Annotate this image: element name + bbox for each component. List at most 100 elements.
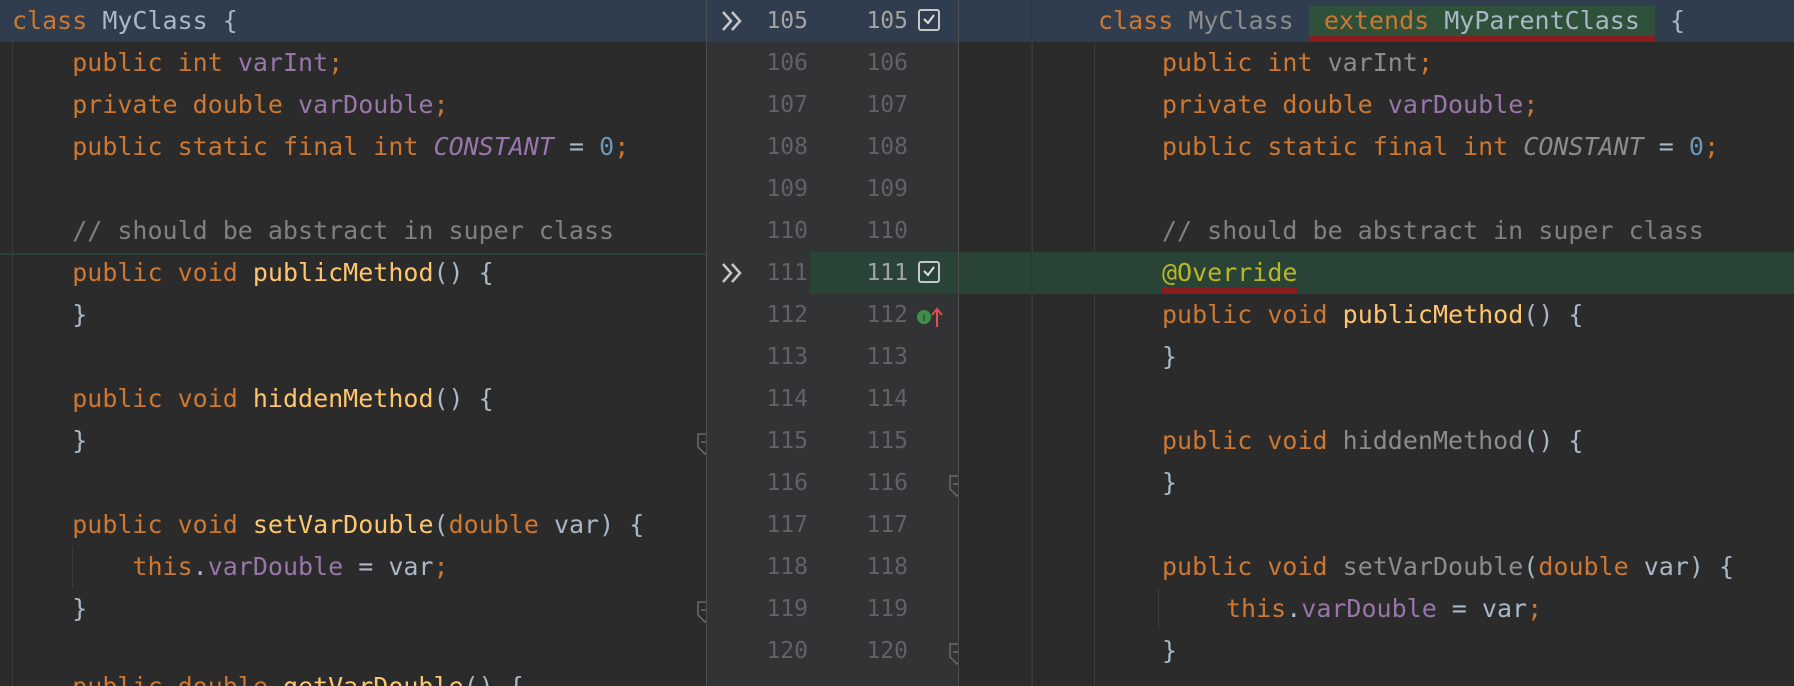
code-line-108[interactable]: public static final int CONSTANT = 0; (958, 126, 1794, 168)
left-line-number: 113 (766, 344, 808, 370)
right-line-number: 106 (866, 50, 908, 76)
left-line-number: 114 (766, 386, 808, 412)
left-line-number: 109 (766, 176, 808, 202)
code-line-118[interactable]: public void setVarDouble(double var) { (958, 546, 1794, 588)
keyword: public (72, 384, 163, 413)
punctuation: () { (1523, 300, 1584, 329)
code-line-117[interactable]: public void setVarDouble(double var) { (0, 504, 706, 546)
right-line-number: 108 (866, 134, 908, 160)
code-line-119[interactable]: } (0, 588, 706, 630)
left-line-number: 111 (766, 260, 808, 286)
keyword: void (177, 258, 238, 287)
keyword: double (1282, 90, 1373, 119)
code-line-110[interactable]: // should be abstract in super class (958, 210, 1794, 252)
code-line-114[interactable]: public void hiddenMethod() { (0, 378, 706, 420)
code-line-116[interactable]: } (958, 462, 1794, 504)
code-line-106[interactable]: public int varInt; (958, 42, 1794, 84)
keyword: static (177, 132, 268, 161)
code-line-108[interactable]: public static final int CONSTANT = 0; (0, 126, 706, 168)
class-name: MyClass (102, 6, 208, 35)
code-line-120[interactable]: } (958, 630, 1794, 672)
keyword: extends (1323, 6, 1430, 35)
keyword: private (1162, 90, 1268, 119)
fold-marker-icon[interactable] (697, 433, 706, 455)
changed-fragment[interactable]: extends MyParentClass (1308, 6, 1655, 41)
gutter-row: 120 120 (706, 630, 958, 672)
keyword: double (192, 90, 283, 119)
method-name: publicMethod (1342, 300, 1524, 329)
left-line-number: 120 (766, 638, 808, 664)
gutter-row: 107 107 (706, 84, 958, 126)
right-gutter-edge (1031, 0, 1032, 686)
fold-marker-icon[interactable] (949, 475, 958, 497)
field-name: varInt (237, 48, 329, 77)
gutter-row: 109 109 (706, 168, 958, 210)
code-line-112[interactable]: public void publicMethod() { (958, 294, 1794, 336)
keyword: int (177, 48, 223, 77)
keyword: public (72, 48, 163, 77)
keyword: public (1162, 132, 1253, 161)
code-line-111[interactable]: @Override (958, 252, 1794, 294)
code-line-106[interactable]: public int varInt; (0, 42, 706, 84)
left-editor-pane[interactable]: class MyClass { public int varInt; priva… (0, 0, 706, 686)
semicolon: ; (433, 90, 449, 119)
code-line-105[interactable]: class MyClass { (0, 0, 706, 42)
right-line-number: 119 (866, 596, 908, 622)
code-line-105[interactable]: class MyClass extends MyParentClass { (958, 0, 1794, 42)
keyword: public (1162, 552, 1253, 581)
brace: { (1670, 6, 1686, 35)
brace: { (222, 6, 238, 35)
left-line-number: 119 (766, 596, 808, 622)
code-line-107[interactable]: private double varDouble; (0, 84, 706, 126)
pane-divider[interactable] (958, 0, 959, 686)
parameter-name: var (553, 510, 600, 539)
code-line-110[interactable]: // should be abstract in super class (0, 210, 706, 252)
pane-divider[interactable] (706, 0, 707, 686)
svg-text:I: I (923, 313, 926, 324)
keyword: public (72, 132, 163, 161)
code-line-115[interactable]: } (0, 420, 706, 462)
code-line-118[interactable]: this.varDouble = var; (0, 546, 706, 588)
brace: } (1162, 468, 1178, 497)
left-line-number: 117 (766, 512, 808, 538)
left-line-number: 110 (766, 218, 808, 244)
method-name: publicMethod (252, 258, 434, 287)
code-line-107[interactable]: private double varDouble; (958, 84, 1794, 126)
code-line-113[interactable]: } (958, 336, 1794, 378)
fold-marker-icon[interactable] (697, 601, 706, 623)
left-line-number: 108 (766, 134, 808, 160)
keyword: void (177, 384, 238, 413)
fold-marker-icon[interactable] (949, 643, 958, 665)
semicolon: ; (433, 552, 449, 581)
implementation-up-arrow-icon[interactable]: I (916, 306, 946, 328)
checkbox-checked-icon[interactable] (918, 261, 940, 283)
code-line-115[interactable]: public void hiddenMethod() { (958, 420, 1794, 462)
keyword: public (72, 258, 163, 287)
code-line-119[interactable]: this.varDouble = var; (958, 588, 1794, 630)
method-name: hiddenMethod (252, 384, 434, 413)
comment: // should be abstract in super class (72, 216, 615, 245)
constant-name: CONSTANT (1523, 132, 1644, 161)
number-literal: 0 (1688, 132, 1704, 161)
code-line-111[interactable]: public void publicMethod() { (0, 252, 706, 294)
keyword: double (1538, 552, 1629, 581)
checkbox-checked-icon[interactable] (918, 9, 940, 31)
double-chevron-right-icon[interactable] (718, 0, 746, 42)
semicolon: ; (1703, 132, 1720, 161)
double-chevron-right-icon[interactable] (718, 252, 746, 294)
right-line-number: 114 (866, 386, 908, 412)
code-line-112[interactable]: } (0, 294, 706, 336)
punctuation: () { (464, 672, 524, 686)
keyword: void (177, 510, 238, 539)
left-line-number: 107 (766, 92, 808, 118)
keyword: this (1226, 594, 1287, 623)
brace: } (72, 426, 88, 455)
semicolon: ; (1527, 594, 1543, 623)
keyword: this (132, 552, 193, 581)
code-line-121[interactable]: public double getVarDouble() { (0, 666, 706, 686)
right-editor-pane[interactable]: class MyClass extends MyParentClass { pu… (958, 0, 1794, 686)
right-line-number: 111 (866, 260, 908, 286)
field-name: varDouble (207, 552, 344, 581)
gutter-row: 106 106 (706, 42, 958, 84)
keyword: static (1267, 132, 1358, 161)
